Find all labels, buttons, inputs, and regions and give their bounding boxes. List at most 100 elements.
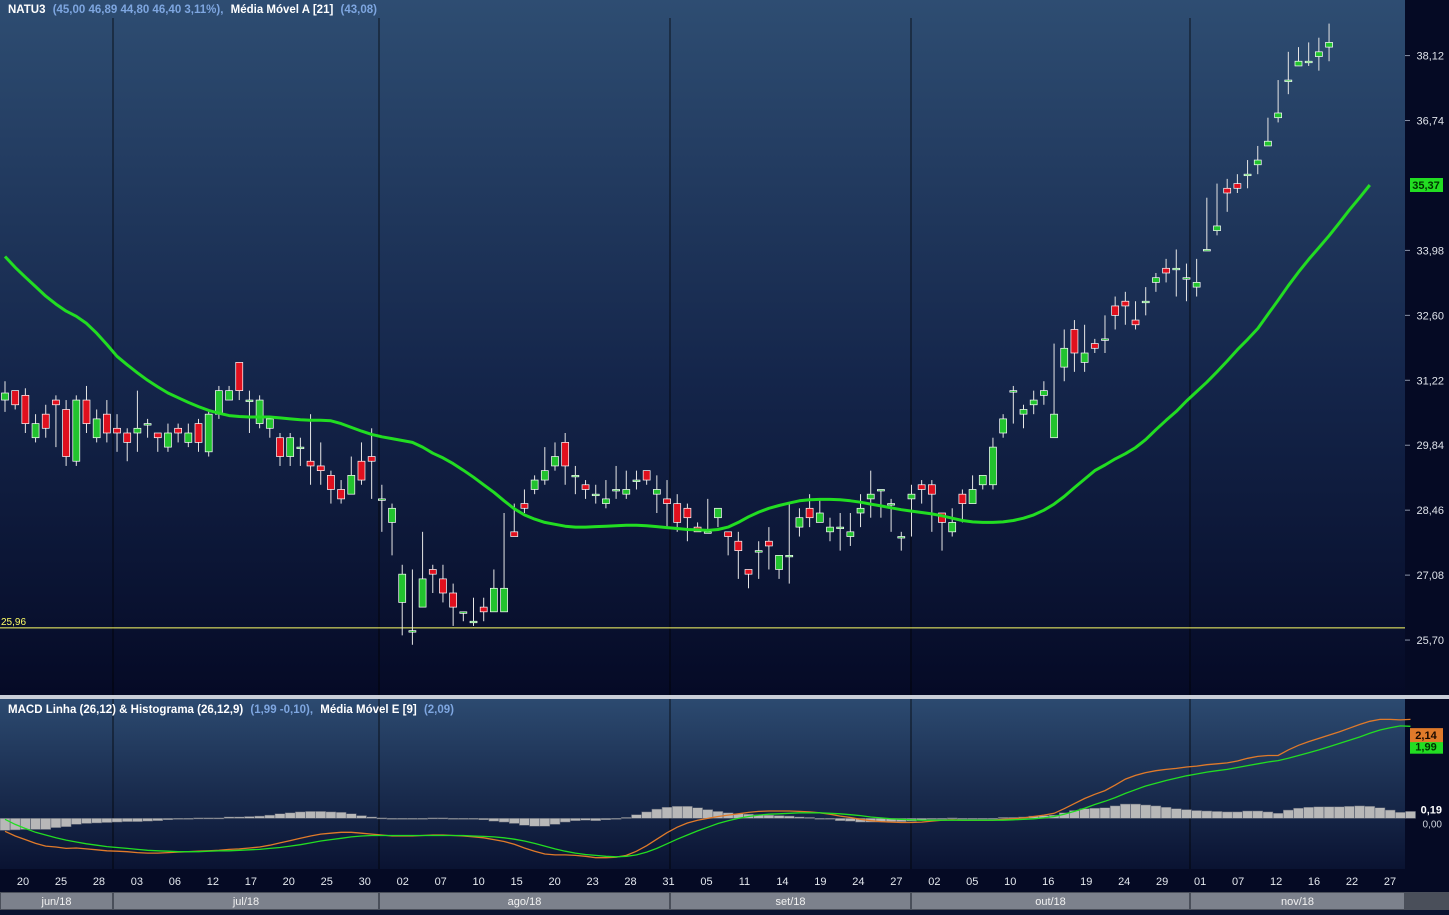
- candle-up: [1253, 159, 1262, 166]
- histogram-bar: [773, 815, 785, 819]
- candle-up: [500, 587, 508, 613]
- histogram-bar: [142, 818, 153, 822]
- histogram-bar: [325, 811, 337, 819]
- histogram-bar: [1191, 810, 1202, 819]
- histogram-bar: [60, 818, 72, 827]
- candle-up: [989, 446, 997, 486]
- candle-up: [846, 531, 855, 537]
- histogram-bar: [1262, 811, 1274, 819]
- candle-down: [449, 592, 457, 608]
- candle-up: [1152, 277, 1160, 283]
- candle-up: [1243, 173, 1252, 177]
- histogram-bar: [651, 808, 663, 819]
- candle-up: [1080, 352, 1089, 363]
- candle-up: [398, 573, 407, 603]
- histogram-bar: [783, 815, 795, 819]
- candle-down: [927, 484, 936, 495]
- histogram-bar: [101, 818, 113, 823]
- date-tick-label: 14: [776, 876, 788, 888]
- macd-legend-values: (1,99 -0,10),: [250, 704, 313, 716]
- candle-up: [1213, 225, 1221, 231]
- histogram-bar: [284, 812, 296, 819]
- date-tick-label: 22: [1346, 876, 1358, 888]
- histogram-bar: [1405, 811, 1416, 819]
- histogram-bar: [1364, 806, 1376, 819]
- histogram-bar: [315, 811, 326, 819]
- month-label: ago/18: [508, 896, 542, 908]
- candle-down: [306, 460, 315, 467]
- histogram-bar: [763, 814, 775, 819]
- histogram-bar: [162, 818, 174, 821]
- histogram-bar: [794, 816, 805, 819]
- candle-up: [622, 489, 631, 495]
- histogram-bar: [1252, 810, 1264, 819]
- histogram-bar: [845, 818, 856, 822]
- date-tick-label: 24: [852, 876, 864, 888]
- histogram-bar: [1272, 813, 1284, 819]
- candle-up: [652, 489, 661, 495]
- candle-up: [785, 555, 794, 558]
- histogram-bar: [580, 818, 591, 821]
- candle-up: [968, 489, 977, 504]
- candle-up: [703, 531, 712, 534]
- candle-down: [194, 423, 203, 443]
- price-chart-svg: 25,96 38,12 36,74 33,98 32,60 31,22 29,84 28,4…: [0, 0, 1449, 910]
- candle-up: [775, 555, 783, 570]
- histogram-bar: [305, 811, 316, 819]
- histogram-bar: [946, 817, 958, 820]
- candle-down: [581, 484, 590, 490]
- candle-down: [327, 475, 335, 490]
- candle-up: [347, 475, 356, 495]
- histogram-bar: [30, 818, 41, 830]
- histogram-bar: [1099, 807, 1111, 819]
- histogram-bar: [549, 818, 561, 825]
- month-label: set/18: [776, 896, 806, 908]
- candle-down: [123, 432, 132, 443]
- candle-down: [337, 489, 345, 500]
- candle-up: [1294, 60, 1303, 67]
- candle-up: [999, 418, 1007, 434]
- price-tick-label: 38,12: [1416, 51, 1444, 63]
- candle-down: [235, 362, 244, 391]
- candle-up: [540, 470, 549, 481]
- histogram-bar: [193, 817, 204, 820]
- candle-up: [469, 620, 478, 624]
- histogram-bar: [1242, 810, 1253, 819]
- candle-up: [265, 418, 274, 429]
- histogram-bar: [50, 818, 62, 828]
- date-tick-label: 07: [435, 876, 447, 888]
- histogram-bar: [1283, 809, 1294, 819]
- histogram-bar: [814, 818, 826, 820]
- price-tick-label: 29,84: [1416, 440, 1444, 452]
- histogram-bar: [1211, 811, 1223, 819]
- candle-up: [907, 493, 916, 500]
- histogram-bar: [1150, 805, 1162, 819]
- candle-up: [714, 507, 722, 519]
- histogram-bar: [447, 818, 459, 820]
- candle-up: [408, 630, 417, 633]
- date-tick-label: 10: [473, 876, 485, 888]
- date-tick-label: 28: [93, 876, 105, 888]
- symbol-label: NATU3: [8, 4, 45, 16]
- date-tick-label: 29: [1156, 876, 1168, 888]
- price-tick-label: 31,22: [1416, 375, 1444, 387]
- candle-up: [612, 489, 620, 492]
- histogram-bar: [396, 818, 408, 820]
- histogram-bar: [529, 818, 540, 827]
- histogram-bar: [987, 818, 999, 820]
- date-tick-label: 07: [1232, 876, 1244, 888]
- histogram-bar: [1303, 807, 1314, 819]
- candle-down: [958, 493, 967, 504]
- candle-up: [897, 536, 906, 539]
- date-tick-label: 12: [1270, 876, 1282, 888]
- date-tick-label: 25: [321, 876, 333, 888]
- price-tick-label: 32,60: [1416, 310, 1444, 322]
- candle-up: [1172, 267, 1181, 271]
- candle-up: [551, 456, 559, 467]
- candle-up: [143, 423, 152, 426]
- histogram-bar: [40, 818, 51, 830]
- candle-down: [683, 507, 692, 519]
- histogram-bar: [1171, 808, 1182, 819]
- histogram-bar: [1181, 809, 1192, 819]
- date-tick-label: 19: [1080, 876, 1092, 888]
